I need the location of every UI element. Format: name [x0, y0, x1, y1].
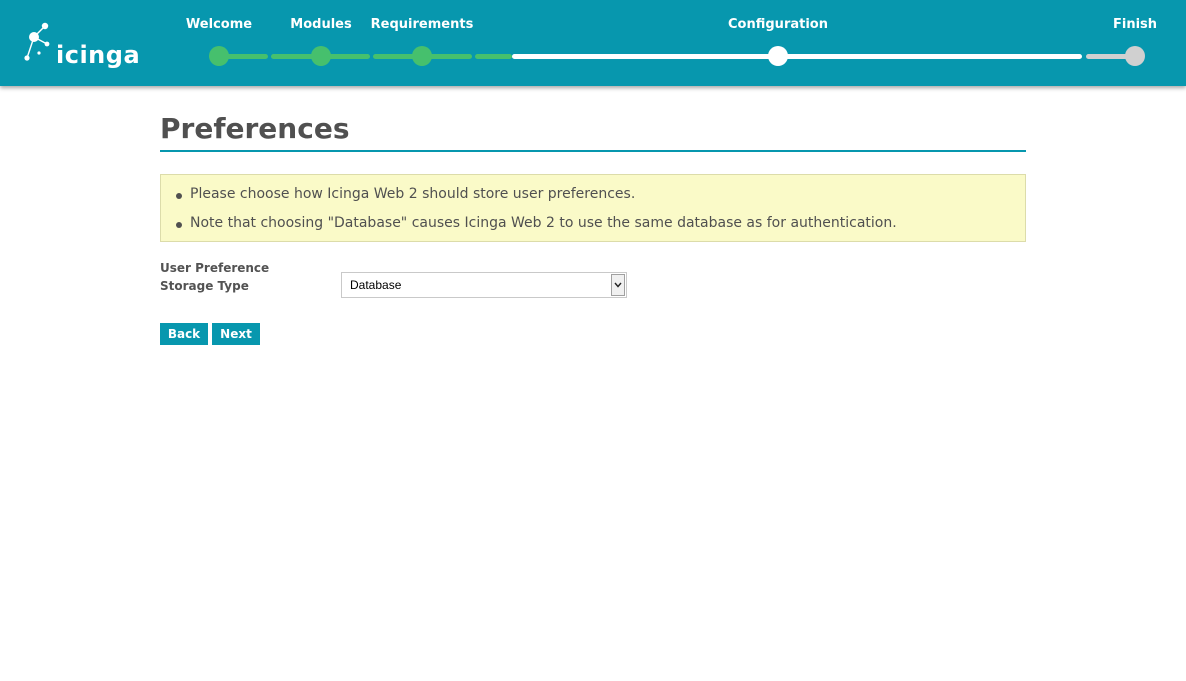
step-label-welcome: Welcome [185, 17, 253, 32]
storage-type-selected-value: Database [350, 278, 402, 292]
step-marker-modules [311, 46, 331, 66]
progress-bar-segment [475, 54, 512, 59]
step-marker-configuration [768, 46, 788, 66]
info-notice: Please choose how Icinga Web 2 should st… [160, 174, 1026, 242]
logo-wordmark: icinga [56, 41, 140, 68]
wizard-header: icinga Welcome Modules Requirements Configu… [0, 0, 1186, 86]
title-divider [160, 150, 1026, 152]
page-title: Preferences [160, 112, 350, 145]
back-button[interactable]: Back [160, 323, 208, 345]
icinga-logo: icinga [24, 22, 140, 68]
storage-type-label: User Preference Storage Type [160, 261, 270, 293]
chevron-down-icon[interactable] [611, 274, 625, 296]
step-label-configuration: Configuration [728, 17, 828, 32]
step-marker-finish [1125, 46, 1145, 66]
step-label-finish: Finish [1112, 17, 1158, 32]
next-button[interactable]: Next [212, 323, 260, 345]
step-marker-requirements [412, 46, 432, 66]
step-label-requirements: Requirements [370, 17, 474, 32]
storage-type-select[interactable]: Database [341, 272, 627, 298]
notice-item: Please choose how Icinga Web 2 should st… [175, 186, 636, 202]
step-marker-welcome [209, 46, 229, 66]
step-label-modules: Modules [290, 17, 352, 32]
notice-item: Note that choosing "Database" causes Ici… [176, 215, 897, 231]
progress-bar-segment [512, 54, 1082, 59]
